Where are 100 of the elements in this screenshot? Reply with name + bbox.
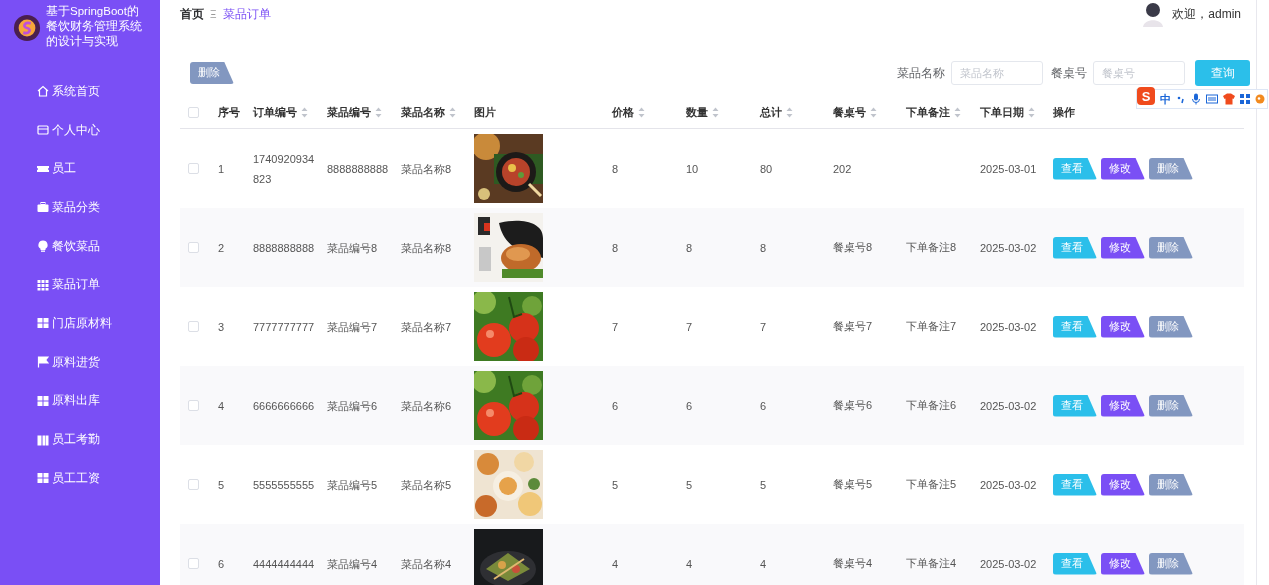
table-cell: 10 xyxy=(686,162,699,175)
table-cell: 2 xyxy=(218,241,225,254)
table-cell: 8 xyxy=(760,241,767,254)
menu-item[interactable]: 门店原材料 xyxy=(0,304,160,343)
menu-item[interactable]: 原料进货 xyxy=(0,342,160,382)
table-cell: 5 xyxy=(218,478,225,491)
sort-icon[interactable] xyxy=(870,106,877,118)
table-cell: 80 xyxy=(760,162,773,175)
grid-icon[interactable] xyxy=(1240,94,1250,104)
table-cell: 8 xyxy=(612,241,619,254)
table-cell: 下单备注8 xyxy=(906,240,957,255)
table-cell: 下单备注4 xyxy=(906,556,957,571)
sort-icon[interactable] xyxy=(954,106,961,118)
breadcrumb-home[interactable]: 首页 xyxy=(180,5,204,23)
table-cell: 6 xyxy=(686,399,693,412)
ime-logo[interactable]: S xyxy=(1137,87,1155,105)
table-cell-text: 菜品名称5 xyxy=(401,477,452,493)
table-cell: 5 xyxy=(686,478,693,491)
column-header: 操作 xyxy=(1053,104,1075,120)
row-checkbox[interactable] xyxy=(188,321,199,332)
menu-item[interactable]: 员工工资 xyxy=(0,458,160,498)
sort-icon[interactable] xyxy=(712,106,719,118)
edit-button[interactable]: 修改 xyxy=(1101,552,1145,575)
menu-item[interactable]: 系统首页 xyxy=(0,72,160,111)
table-cell: 4 xyxy=(612,557,619,570)
table-cell: 餐桌号8 xyxy=(833,240,873,255)
keyboard-icon[interactable] xyxy=(1206,94,1218,104)
column-header: 序号 xyxy=(218,104,240,120)
row-checkbox[interactable] xyxy=(188,558,199,569)
sort-icon[interactable] xyxy=(301,106,308,118)
table-cell: 7 xyxy=(760,320,767,333)
sort-icon[interactable] xyxy=(1028,106,1035,118)
table-cell-text: 5555555555 xyxy=(253,477,315,493)
table-cell: 6 xyxy=(218,557,225,570)
table-cell: 餐桌号7 xyxy=(833,319,873,334)
table-cell-text: 菜品名称8 xyxy=(401,240,452,256)
ime-mode[interactable]: 中 xyxy=(1160,91,1171,107)
row-checkbox[interactable] xyxy=(188,400,199,411)
table-cell-text: 菜品名称6 xyxy=(401,398,452,414)
table-cell: 7 xyxy=(686,320,693,333)
table-cell: 2025-03-01 xyxy=(980,162,1037,175)
delete-button[interactable]: 删除 xyxy=(1149,236,1193,259)
delete-button[interactable]: 删除 xyxy=(1149,315,1193,338)
menu-item[interactable]: 餐饮菜品 xyxy=(0,226,160,266)
table-cell: 餐桌号4 xyxy=(833,556,873,571)
breadcrumb-current[interactable]: 菜品订单 xyxy=(222,5,271,23)
menu-item[interactable]: 员工考勤 xyxy=(0,420,160,459)
menu-item[interactable]: 个人中心 xyxy=(0,110,160,150)
row-checkbox[interactable] xyxy=(188,163,199,174)
table-cell-text: 菜品名称4 xyxy=(401,556,452,572)
column-header: 餐桌号 xyxy=(833,104,866,120)
delete-button[interactable]: 删除 xyxy=(1149,394,1193,417)
sort-icon[interactable] xyxy=(449,106,456,118)
table-cell: 8 xyxy=(612,162,619,175)
table-cell: 2025-03-02 xyxy=(980,478,1037,491)
menu-item[interactable]: 员工 xyxy=(0,149,160,189)
table-cell-text: 菜品编号7 xyxy=(327,319,378,335)
card-icon xyxy=(37,124,49,137)
menu-item[interactable]: 菜品分类 xyxy=(0,188,160,227)
column-header: 订单编号 xyxy=(253,104,297,120)
table-cell: 5 xyxy=(760,478,767,491)
table-cell: 4 xyxy=(686,557,693,570)
edit-button[interactable]: 修改 xyxy=(1101,157,1145,180)
sort-icon[interactable] xyxy=(638,106,645,118)
home-icon xyxy=(37,85,49,98)
row-checkbox[interactable] xyxy=(188,479,199,490)
briefcase-icon xyxy=(37,201,49,214)
table-cell-text: 1740920934823 xyxy=(253,151,316,187)
breadcrumb-separator: Ξ xyxy=(210,8,217,20)
edit-button[interactable]: 修改 xyxy=(1101,236,1145,259)
table-cell-text: 菜品名称7 xyxy=(401,319,452,335)
menu-item[interactable]: 菜品订单 xyxy=(0,265,160,305)
delete-button[interactable]: 删除 xyxy=(1149,473,1193,496)
table-cell: 1 xyxy=(218,162,225,175)
table-cell: 202 xyxy=(833,162,852,175)
punctuation-icon[interactable] xyxy=(1176,94,1186,104)
select-all-checkbox[interactable] xyxy=(188,106,199,118)
table-cell: 餐桌号5 xyxy=(833,477,873,492)
grid-icon xyxy=(37,472,49,485)
column-header: 数量 xyxy=(686,104,708,120)
column-header: 下单备注 xyxy=(906,104,950,120)
table-cell-text: 菜品编号6 xyxy=(327,398,378,414)
table-cell-text: 7777777777 xyxy=(253,319,315,335)
menu-item[interactable]: 原料出库 xyxy=(0,381,160,421)
logo-icon xyxy=(13,14,41,42)
sort-icon[interactable] xyxy=(786,106,793,118)
delete-button[interactable]: 删除 xyxy=(190,62,234,84)
delete-button[interactable]: 删除 xyxy=(1149,157,1193,180)
book-icon xyxy=(37,433,49,446)
row-checkbox[interactable] xyxy=(188,242,199,253)
bulb-icon xyxy=(37,240,49,253)
table-cell: 餐桌号6 xyxy=(833,398,873,413)
sort-icon[interactable] xyxy=(375,106,382,118)
edit-button[interactable]: 修改 xyxy=(1101,315,1145,338)
table-cell: 4 xyxy=(218,399,225,412)
delete-button[interactable]: 删除 xyxy=(1149,552,1193,575)
edit-button[interactable]: 修改 xyxy=(1101,473,1145,496)
shirt-icon[interactable] xyxy=(1223,93,1235,105)
microphone-icon[interactable] xyxy=(1191,93,1201,105)
edit-button[interactable]: 修改 xyxy=(1101,394,1145,417)
